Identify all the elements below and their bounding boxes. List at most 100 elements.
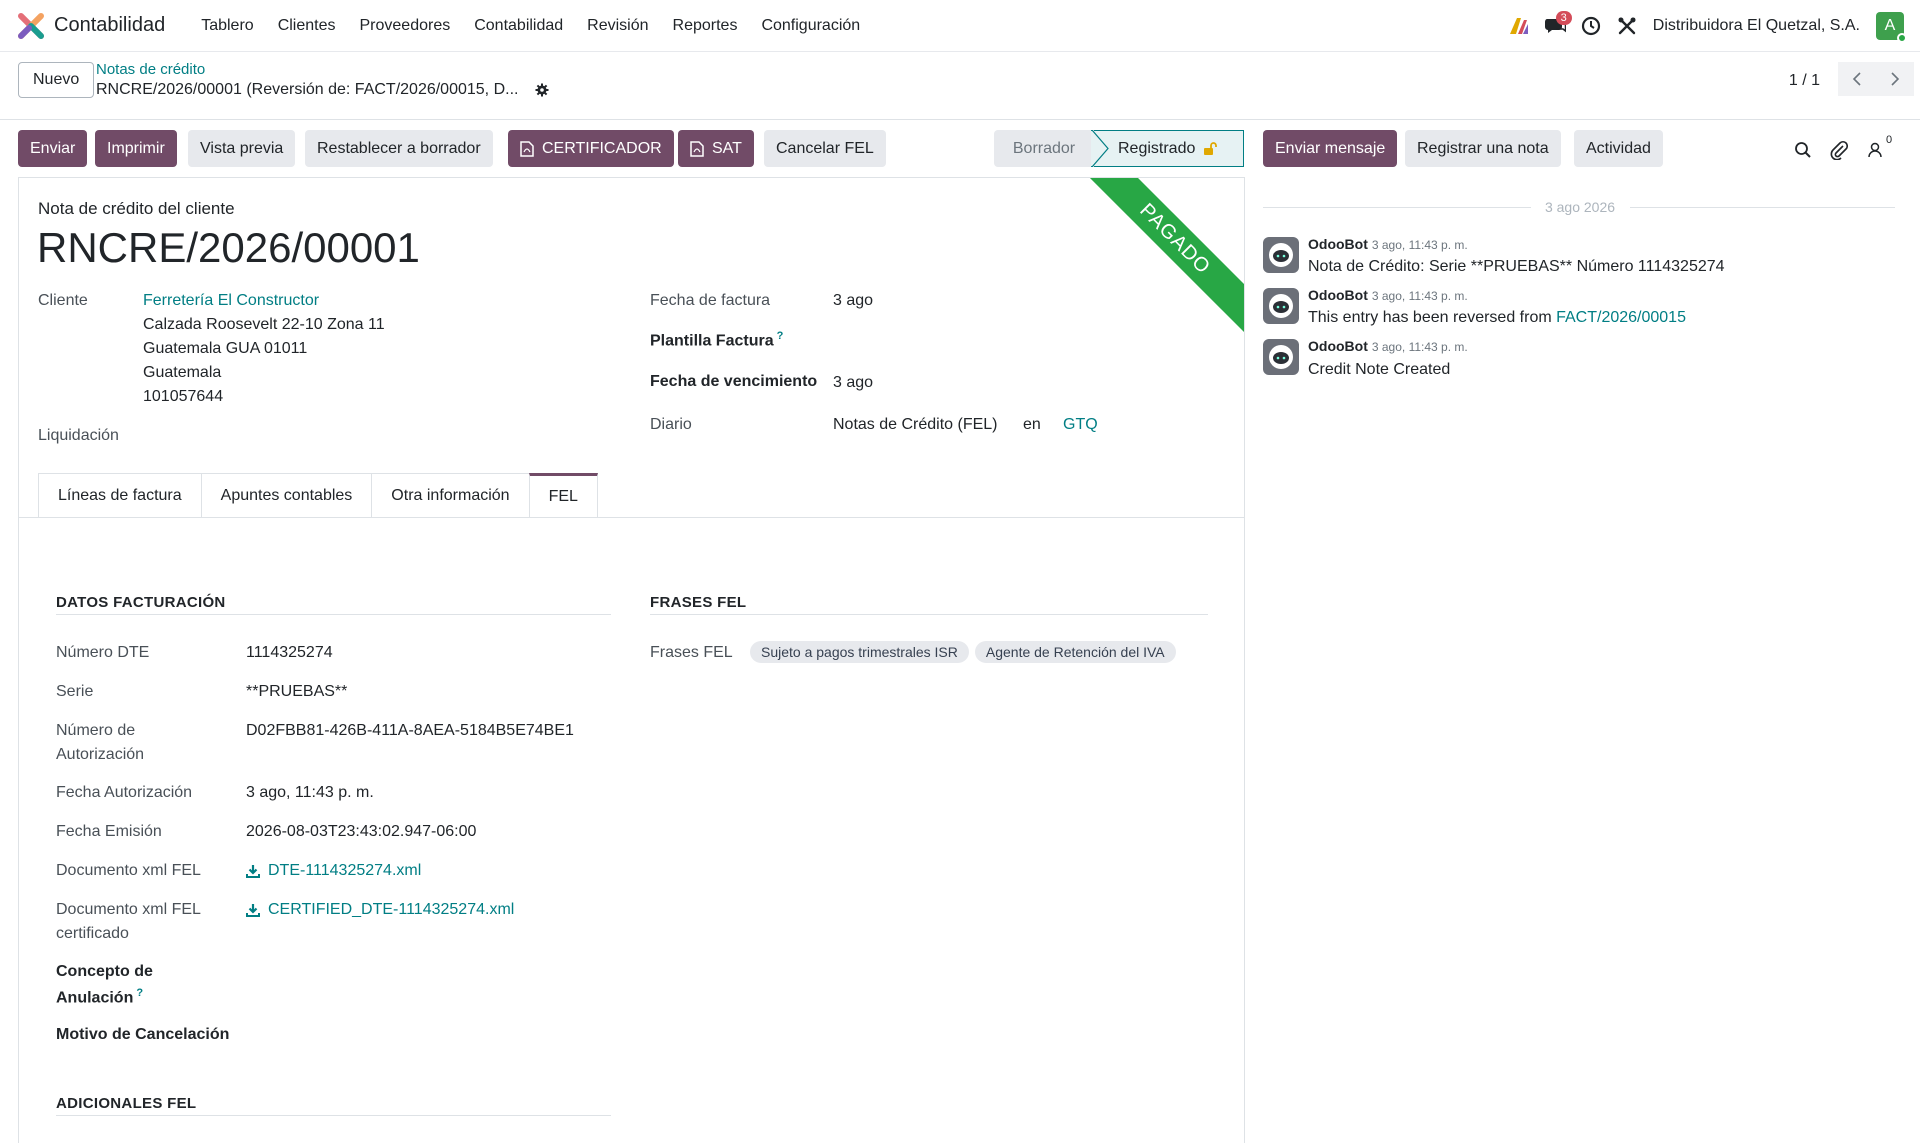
print-button[interactable]: Imprimir: [95, 130, 177, 167]
menu-tablero[interactable]: Tablero: [189, 17, 265, 35]
reversed-from-link[interactable]: FACT/2026/00015: [1556, 309, 1686, 326]
download-icon: [246, 865, 260, 878]
author-name[interactable]: OdooBot: [1308, 236, 1368, 252]
author-name[interactable]: OdooBot: [1308, 287, 1368, 303]
preview-button[interactable]: Vista previa: [188, 130, 296, 167]
main-menu: Tablero Clientes Proveedores Contabilida…: [189, 17, 872, 35]
bot-avatar-icon[interactable]: [1263, 237, 1299, 273]
sat-button[interactable]: SAT: [678, 130, 754, 167]
send-button[interactable]: Enviar: [18, 130, 88, 167]
autorizacion-label: Autorización: [56, 746, 145, 763]
status-posted[interactable]: Registrado: [1094, 130, 1244, 167]
menu-contabilidad[interactable]: Contabilidad: [462, 17, 575, 35]
message-time: 3 ago, 11:43 p. m.: [1371, 238, 1468, 252]
tabs-divider: [19, 517, 1244, 518]
liquidacion-label: Liquidación: [38, 427, 119, 444]
tab-other-info[interactable]: Otra información: [371, 473, 530, 518]
message-body: Credit Note Created: [1308, 361, 1451, 378]
status-bar: Borrador Registrado: [994, 130, 1244, 167]
fecha-autorizacion-label: Fecha Autorización: [56, 784, 193, 801]
tab-journal-items[interactable]: Apuntes contables: [200, 473, 373, 518]
chevron-left-icon[interactable]: [1838, 62, 1876, 96]
frase-tag[interactable]: Sujeto a pagos trimestrales ISR: [750, 641, 969, 663]
motivo-label: Motivo de Cancelación: [56, 1026, 230, 1043]
frase-tag[interactable]: Agente de Retención del IVA: [974, 641, 1176, 663]
paperclip-icon[interactable]: [1825, 136, 1853, 164]
ribbon-text: PAGADO: [1135, 199, 1215, 279]
followers-count: 0: [1886, 134, 1893, 146]
author-name[interactable]: OdooBot: [1308, 338, 1368, 354]
certificador-button[interactable]: CERTIFICADOR: [508, 130, 674, 167]
template-label: Plantilla Factura?: [650, 330, 783, 350]
search-icon[interactable]: [1789, 136, 1817, 164]
invoice-date-field[interactable]: 3 ago: [833, 292, 873, 310]
customer-label: Cliente: [38, 292, 88, 309]
pdf-icon: [520, 140, 534, 157]
numero-dte-label: Número DTE: [56, 644, 150, 661]
record-title: RNCRE/2026/00001 (Reversión de: FACT/202…: [96, 81, 519, 98]
send-message-button[interactable]: Enviar mensaje: [1263, 130, 1398, 167]
clock-icon[interactable]: [1574, 9, 1608, 43]
section-divider: [56, 1115, 611, 1116]
tools-icon[interactable]: [1610, 9, 1644, 43]
customer-address-line: Calzada Roosevelt 22-10 Zona 11: [143, 316, 385, 333]
date-divider-line: [1630, 207, 1895, 208]
tab-fel[interactable]: FEL: [528, 473, 598, 518]
app-logo-icon[interactable]: [18, 12, 44, 39]
help-icon[interactable]: ?: [777, 330, 784, 342]
bot-avatar-icon[interactable]: [1263, 339, 1299, 375]
reset-to-draft-button[interactable]: Restablecer a borrador: [305, 130, 493, 167]
xml-fel-download[interactable]: DTE-1114325274.xml: [246, 862, 421, 880]
navbar-systray: 3 Distribuidora El Quetzal, S.A. A: [1501, 0, 1920, 51]
message-body: This entry has been reversed from FACT/2…: [1308, 309, 1686, 327]
customer-link[interactable]: Ferretería El Constructor: [143, 292, 319, 310]
cancel-fel-button[interactable]: Cancelar FEL: [764, 130, 886, 167]
menu-revision[interactable]: Revisión: [575, 17, 660, 35]
followers-icon[interactable]: 0: [1862, 134, 1893, 164]
section-divider: [56, 614, 611, 615]
gear-icon[interactable]: [535, 83, 549, 102]
ai-icon[interactable]: [1502, 9, 1536, 43]
pager-value[interactable]: 1 / 1: [1789, 72, 1820, 90]
bot-avatar-icon[interactable]: [1263, 288, 1299, 324]
activity-button[interactable]: Actividad: [1574, 130, 1663, 167]
user-avatar[interactable]: A: [1876, 11, 1907, 43]
new-button[interactable]: Nuevo: [18, 62, 95, 98]
breadcrumb[interactable]: Notas de crédito: [96, 61, 205, 78]
adicionales-section-title: ADICIONALES FEL: [56, 1095, 197, 1112]
xml-cert-download[interactable]: CERTIFIED_DTE-1114325274.xml: [246, 901, 514, 919]
help-icon[interactable]: ?: [136, 987, 143, 999]
menu-clientes[interactable]: Clientes: [266, 17, 348, 35]
invoice-date-label: Fecha de factura: [650, 292, 771, 309]
form-sheet: PAGADO Nota de crédito del cliente RNCRE…: [18, 177, 1245, 1143]
fecha-autorizacion-value: 3 ago, 11:43 p. m.: [246, 784, 374, 801]
due-date-field[interactable]: 3 ago: [833, 374, 873, 392]
numero-dte-value: 1114325274: [246, 644, 333, 661]
lock-open-icon: [1204, 141, 1218, 155]
message-time: 3 ago, 11:43 p. m.: [1371, 340, 1468, 354]
section-divider: [650, 614, 1208, 615]
menu-reportes[interactable]: Reportes: [661, 17, 750, 35]
app-name[interactable]: Contabilidad: [54, 14, 165, 37]
billing-section-title: DATOS FACTURACIÓN: [56, 594, 226, 611]
message-time: 3 ago, 11:43 p. m.: [1371, 289, 1468, 303]
currency-link[interactable]: GTQ: [1063, 416, 1098, 434]
message-author: OdooBot 3 ago, 11:43 p. m.: [1308, 287, 1468, 303]
chevron-right-icon[interactable]: [1876, 62, 1914, 96]
customer-address-line: Guatemala: [143, 364, 222, 381]
xml-cert-label: Documento xml FEL: [56, 901, 201, 918]
company-switcher[interactable]: Distribuidora El Quetzal, S.A.: [1653, 17, 1860, 35]
template-label-text: Plantilla Factura: [650, 332, 774, 350]
status-draft[interactable]: Borrador: [994, 130, 1094, 167]
log-note-button[interactable]: Registrar una nota: [1405, 130, 1561, 167]
xml-cert-filename: CERTIFIED_DTE-1114325274.xml: [268, 901, 515, 918]
frases-tags: Sujeto a pagos trimestrales ISR Agente de…: [750, 641, 1182, 663]
tab-invoice-lines[interactable]: Líneas de factura: [38, 473, 202, 518]
journal-field[interactable]: Notas de Crédito (FEL): [833, 416, 998, 434]
menu-configuracion[interactable]: Configuración: [749, 17, 872, 35]
serie-label: Serie: [56, 683, 94, 700]
download-icon: [246, 904, 260, 917]
journal-label: Diario: [650, 416, 692, 433]
menu-proveedores[interactable]: Proveedores: [348, 17, 463, 35]
chat-icon[interactable]: 3: [1538, 9, 1572, 43]
